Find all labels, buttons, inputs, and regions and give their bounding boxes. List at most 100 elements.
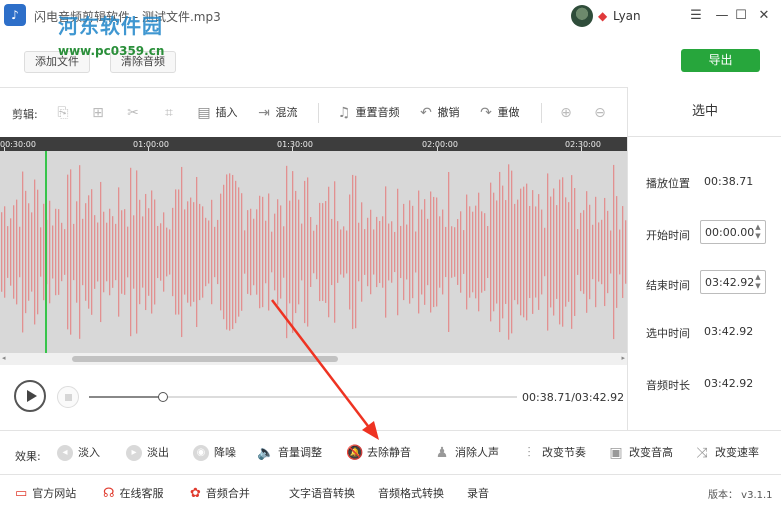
change-rate-button[interactable]: ⤨ 改变速率	[694, 444, 759, 462]
waveform-bar	[391, 221, 393, 283]
waveform-bar	[568, 202, 570, 302]
waveform-bar	[523, 186, 525, 318]
spin-arrows-icon[interactable]: ▲ ▼	[753, 273, 763, 291]
play-button[interactable]	[14, 380, 46, 412]
playback-time: 00:38.71/03:42.92	[522, 391, 625, 404]
zoom-out-button[interactable]: ⊖	[592, 104, 608, 122]
waveform-bar	[478, 192, 480, 312]
end-time-label: 结束时间	[646, 279, 690, 292]
copy-tool[interactable]: ⎘	[55, 104, 71, 122]
waveform-bar	[616, 196, 618, 308]
format-convert-link[interactable]: 音频格式转换	[378, 485, 444, 501]
waveform-bar	[316, 224, 318, 280]
redo-button[interactable]: ↷ 重做	[478, 104, 519, 122]
audio-merge-link[interactable]: ✿ 音频合并	[190, 485, 250, 501]
waveform-bar	[154, 199, 156, 305]
waveform-bar	[175, 189, 177, 315]
waveform-bar	[427, 218, 429, 286]
paste-tool[interactable]: ⊞	[90, 104, 106, 122]
playback-progress[interactable]	[89, 392, 517, 402]
divider	[0, 87, 627, 88]
menu-icon[interactable]: ☰	[686, 6, 706, 26]
waveform-bar	[397, 188, 399, 316]
reset-audio-button[interactable]: ♫ 重置音频	[336, 104, 400, 122]
close-button[interactable]: ✕	[754, 6, 774, 26]
waveform-bar	[583, 210, 585, 294]
spin-arrows-icon[interactable]: ▲ ▼	[753, 223, 763, 241]
fade-out-button[interactable]: ▸ 淡出	[126, 444, 169, 462]
undo-button[interactable]: ↶ 撤销	[418, 104, 459, 122]
effects-bar: 效果: ◂ 淡入 ▸ 淡出 ◉ 降噪 🔈 音量调整 🔕 去除静音 ♟ 消除人声 ⫶ 改变节奏 …	[0, 430, 781, 474]
change-tempo-button[interactable]: ⫶ 改变节奏	[521, 444, 586, 462]
horizontal-scrollbar[interactable]: ◂ ▸	[0, 353, 627, 365]
waveform-bar	[34, 179, 36, 325]
remove-silence-button[interactable]: 🔕 去除静音	[346, 444, 411, 462]
noise-reduction-button[interactable]: ◉ 降噪	[193, 444, 236, 462]
scroll-thumb[interactable]	[72, 356, 338, 362]
waveform-bar	[67, 174, 69, 330]
cut-tool[interactable]: ✂	[125, 104, 141, 122]
waveform-bar	[598, 222, 600, 282]
remove-vocals-button[interactable]: ♟ 消除人声	[434, 444, 499, 462]
zoom-out-icon: ⊖	[594, 105, 606, 121]
stop-button[interactable]	[57, 386, 79, 408]
mix-button[interactable]: ⇥ 混流	[256, 104, 297, 122]
minimize-button[interactable]: —	[712, 6, 732, 26]
waveform-bar	[253, 218, 255, 286]
official-website-link[interactable]: ▭ 官方网站	[15, 485, 76, 501]
zoom-in-button[interactable]: ⊕	[558, 104, 574, 122]
redo-icon: ↷	[480, 105, 492, 121]
fade-out-label: 淡出	[147, 446, 169, 459]
waveform-bar	[115, 223, 117, 281]
scroll-left-icon[interactable]: ◂	[2, 354, 6, 362]
waveform-bar	[91, 189, 93, 315]
waveform-bar	[106, 222, 108, 282]
waveform-bar	[79, 165, 81, 339]
effects-label: 效果:	[15, 450, 41, 463]
waveform-bar	[130, 167, 132, 337]
text-to-speech-link[interactable]: 文字语音转换	[289, 485, 355, 501]
copy-icon: ⎘	[57, 105, 69, 121]
waveform-bar	[331, 218, 333, 286]
record-link[interactable]: 录音	[467, 485, 489, 501]
user-avatar[interactable]	[571, 5, 593, 27]
end-time-input[interactable]: 03:42.92 ▲ ▼	[700, 270, 766, 294]
waveform-bar	[304, 180, 306, 324]
export-button[interactable]: 导出	[681, 49, 760, 72]
start-time-input[interactable]: 00:00.00 ▲ ▼	[700, 220, 766, 244]
waveform-bar	[64, 229, 66, 275]
waveform-bar	[265, 220, 267, 284]
crop-tool[interactable]: ⌗	[161, 104, 177, 122]
undo-icon: ↶	[420, 105, 432, 121]
waveform-bar	[112, 216, 114, 288]
progress-knob[interactable]	[158, 392, 169, 402]
waveform-bar	[205, 217, 207, 287]
insert-button[interactable]: ▤ 插入	[196, 104, 237, 122]
waveform-bar	[613, 164, 615, 340]
waveform-bar	[334, 181, 336, 323]
waveform-bar	[352, 174, 354, 330]
timeline-ruler[interactable]: 00:30:00 01:00:00 01:30:00 02:00:00 02:3…	[0, 137, 627, 151]
waveform-bar	[247, 210, 249, 294]
change-tempo-label: 改变节奏	[542, 446, 586, 459]
waveform-bar	[229, 173, 231, 331]
fade-out-icon: ▸	[126, 445, 142, 461]
fade-in-button[interactable]: ◂ 淡入	[57, 444, 100, 462]
waveform-bar	[226, 174, 228, 330]
selected-time-label: 选中时间	[646, 327, 690, 340]
shuffle-icon: ⤨	[696, 445, 708, 461]
online-support-link[interactable]: ☊ 在线客服	[103, 485, 164, 501]
fade-in-label: 淡入	[78, 446, 100, 459]
change-pitch-button[interactable]: ▣ 改变音高	[608, 444, 673, 462]
playhead[interactable]	[45, 151, 47, 353]
waveform-area[interactable]	[0, 151, 627, 353]
scroll-right-icon[interactable]: ▸	[621, 354, 625, 362]
waveform-bar	[403, 203, 405, 301]
waveform-bar	[244, 230, 246, 274]
waveform-bar	[124, 209, 126, 295]
maximize-button[interactable]: ☐	[731, 6, 751, 26]
user-name[interactable]: Lyan	[613, 9, 641, 23]
waveform-bar	[466, 194, 468, 310]
waveform-bar	[520, 188, 522, 316]
volume-adjust-button[interactable]: 🔈 音量调整	[257, 444, 322, 462]
